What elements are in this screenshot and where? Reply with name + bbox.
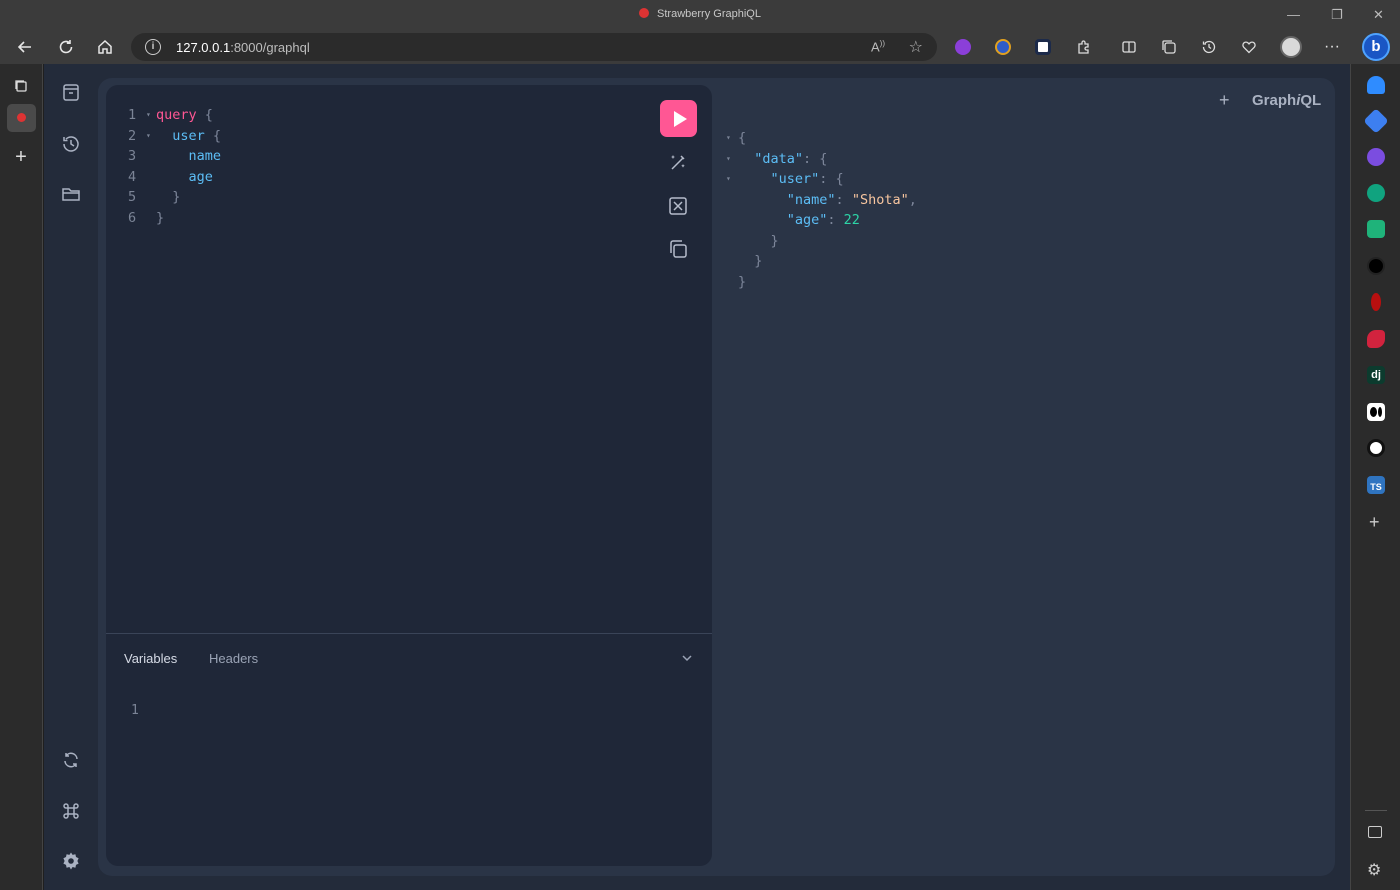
editor-divider (106, 633, 712, 634)
profile-avatar[interactable] (1280, 36, 1302, 58)
strawberry-icon (17, 113, 26, 122)
editor-line[interactable]: 5 } (128, 187, 221, 208)
code-token: } (156, 209, 165, 226)
response-name-value: "Shota" (851, 191, 909, 208)
merge-fragments-icon[interactable] (667, 195, 689, 217)
tab-variables[interactable]: Variables (124, 651, 177, 666)
editor-line[interactable]: 1 ▾ query { (128, 105, 221, 126)
chatgpt-icon[interactable] (1367, 184, 1385, 202)
restore-icon[interactable]: ❐ (1331, 7, 1343, 23)
query-editor[interactable]: 1 ▾ query {2 ▾ user {3 name 4 age 5 } 6} (128, 105, 221, 228)
keyboard-shortcuts-icon[interactable] (61, 801, 81, 821)
medium-icon[interactable] (1367, 403, 1385, 421)
response-age-value: 22 (843, 212, 860, 228)
edge-sidebar: dj TS + ⚙ (1350, 64, 1400, 890)
code-token: age (156, 168, 213, 185)
line-number: 5 (128, 189, 137, 205)
app-t1-icon[interactable] (1367, 220, 1385, 238)
documentation-explorer-icon[interactable] (61, 82, 81, 102)
history-icon[interactable] (61, 134, 81, 154)
new-tab-icon[interactable]: + (11, 146, 31, 168)
extension-cube-icon[interactable] (1035, 39, 1051, 55)
shopping-tag-icon[interactable] (1363, 108, 1389, 134)
minimize-icon[interactable]: — (1287, 7, 1300, 22)
code-token: } (156, 189, 181, 205)
favorite-star-icon[interactable]: ☆ (909, 37, 923, 57)
graphiql-session: 1 ▾ query {2 ▾ user {3 name 4 age 5 } 6} Varia… (98, 78, 1335, 876)
fold-toggle-icon[interactable]: ▾ (146, 126, 156, 147)
line-number: 1 (128, 107, 137, 123)
graphiql-logo[interactable]: GraphiQL (1252, 92, 1321, 109)
app-red-dots-icon[interactable] (1371, 293, 1381, 311)
history-icon[interactable] (1197, 35, 1221, 59)
line-number: 6 (128, 209, 137, 226)
address-url[interactable]: 127.0.0.1:8000/graphql (176, 40, 310, 55)
extensions-puzzle-icon[interactable] (1072, 35, 1096, 59)
app-bolt-icon[interactable] (1367, 257, 1385, 275)
notification-bell-icon[interactable] (1367, 76, 1385, 94)
add-sidebar-app-icon[interactable]: + (1369, 512, 1380, 533)
copy-query-icon[interactable] (667, 238, 689, 260)
extension-globe-icon[interactable] (995, 39, 1011, 55)
editor-line[interactable]: 3 name (128, 146, 221, 167)
address-bar[interactable]: i 127.0.0.1:8000/graphql A)) ☆ (131, 33, 937, 61)
variables-editor-line-number[interactable]: 1 (131, 703, 139, 718)
read-aloud-icon[interactable]: A)) (871, 39, 885, 54)
graphiql-page: 1 ▾ query {2 ▾ user {3 name 4 age 5 } 6} Varia… (44, 64, 1350, 890)
active-tab-strawberry[interactable] (7, 104, 36, 132)
collections-icon[interactable] (1157, 35, 1181, 59)
close-icon[interactable]: ✕ (1373, 7, 1384, 23)
graphiql-sidebar (44, 64, 98, 890)
home-icon[interactable] (93, 35, 117, 59)
query-editor-panel: 1 ▾ query {2 ▾ user {3 name 4 age 5 } 6} Varia… (106, 85, 712, 866)
github-icon[interactable] (1367, 439, 1385, 457)
hide-sidebar-icon[interactable] (1368, 826, 1382, 838)
editor-line[interactable]: 4 age (128, 167, 221, 188)
line-number: 3 (128, 148, 137, 164)
vertical-tabs-strip: + (0, 64, 43, 890)
explorer-folder-icon[interactable] (61, 184, 81, 204)
typescript-icon[interactable]: TS (1367, 476, 1385, 494)
browser-toolbar: i 127.0.0.1:8000/graphql A)) ☆ ··· b (0, 30, 1400, 64)
django-icon[interactable]: dj (1367, 366, 1385, 384)
line-number: 2 (128, 127, 137, 144)
line-number: 4 (128, 168, 137, 185)
sidebar-settings-icon[interactable]: ⚙ (1367, 860, 1381, 880)
editor-line[interactable]: 2 ▾ user { (128, 126, 221, 147)
window-title: Strawberry GraphiQL (0, 8, 1400, 20)
settings-gear-icon[interactable] (61, 851, 81, 871)
code-token: user (156, 127, 205, 144)
editor-line[interactable]: 6} (128, 208, 221, 229)
bing-copilot-icon[interactable]: b (1362, 33, 1390, 61)
more-options-icon[interactable]: ··· (1320, 35, 1344, 59)
copilot-icon[interactable] (1367, 148, 1385, 166)
fold-toggle-icon[interactable]: ▾ (146, 105, 156, 126)
site-info-icon[interactable]: i (145, 39, 161, 55)
back-icon[interactable] (13, 35, 37, 59)
prettify-wand-icon[interactable] (667, 151, 689, 173)
code-token: query (156, 107, 197, 123)
response-viewer: ▾{ ▾ "data": { ▾ "user": { "name": "Shot… (726, 130, 917, 290)
execute-query-button[interactable] (660, 100, 697, 137)
window-titlebar: Strawberry GraphiQL — ❐ ✕ (0, 0, 1400, 30)
tab-headers[interactable]: Headers (209, 651, 258, 666)
app-nest-icon[interactable] (1367, 330, 1385, 348)
split-screen-icon[interactable] (1117, 35, 1141, 59)
extension-purple-icon[interactable] (955, 39, 971, 55)
code-token: { (204, 127, 222, 144)
chevron-down-icon[interactable] (680, 651, 694, 665)
tab-actions-icon[interactable] (11, 78, 31, 98)
performance-heart-icon[interactable] (1237, 35, 1261, 59)
sidebar-divider (1365, 810, 1387, 811)
strawberry-favicon-icon (639, 8, 650, 18)
code-token: name (156, 148, 222, 164)
refresh-icon[interactable] (54, 35, 78, 59)
code-token: { (196, 107, 213, 123)
add-tab-icon[interactable]: + (1219, 90, 1230, 111)
refetch-schema-icon[interactable] (61, 750, 81, 770)
